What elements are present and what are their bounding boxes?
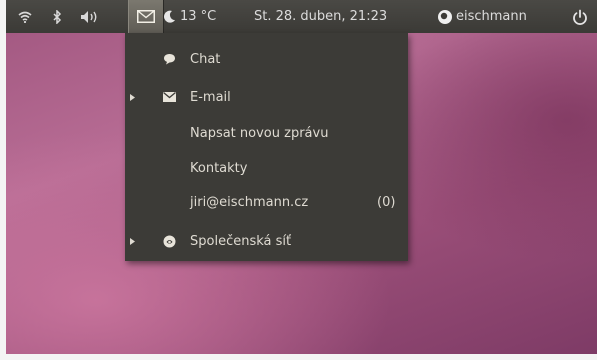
- menu-item-social-network[interactable]: Společenská síť: [125, 227, 408, 255]
- social-network-icon: [162, 234, 176, 248]
- menu-item-label: Společenská síť: [190, 233, 292, 249]
- user-status-icon: [437, 0, 453, 33]
- menu-item-compose[interactable]: Napsat novou zprávu: [125, 119, 408, 147]
- bluetooth-icon[interactable]: [52, 0, 64, 33]
- menu-item-label: Chat: [190, 51, 221, 67]
- top-panel: 13 °C St. 28. duben, 21:23 eischmann: [6, 0, 597, 33]
- menu-item-label: E-mail: [190, 89, 231, 105]
- unread-count: (0): [377, 194, 396, 210]
- clock-datetime[interactable]: St. 28. duben, 21:23: [254, 0, 387, 33]
- menu-item-email[interactable]: E-mail: [125, 83, 408, 111]
- menu-item-label: Napsat novou zprávu: [190, 125, 329, 141]
- menu-item-chat[interactable]: Chat: [125, 45, 408, 73]
- menu-item-label: jiri@eischmann.cz: [190, 194, 309, 210]
- envelope-icon: [162, 90, 176, 104]
- moon-weather-icon: [164, 0, 178, 33]
- submenu-arrow-icon: [130, 90, 136, 105]
- power-icon[interactable]: [572, 0, 590, 33]
- messaging-menu-button[interactable]: [128, 0, 164, 33]
- chat-bubble-icon: [162, 52, 176, 66]
- weather-temperature[interactable]: 13 °C: [180, 0, 216, 33]
- messaging-menu: Chat E-mail Napsat novou zprávu Kontakty…: [125, 33, 408, 261]
- menu-item-label: Kontakty: [190, 160, 248, 176]
- menu-item-email-account[interactable]: jiri@eischmann.cz (0): [125, 188, 408, 216]
- user-name[interactable]: eischmann: [456, 0, 527, 33]
- menu-item-contacts[interactable]: Kontakty: [125, 154, 408, 182]
- volume-icon[interactable]: [80, 0, 102, 33]
- envelope-icon: [137, 10, 155, 23]
- wifi-icon[interactable]: [18, 0, 32, 33]
- submenu-arrow-icon: [130, 234, 136, 249]
